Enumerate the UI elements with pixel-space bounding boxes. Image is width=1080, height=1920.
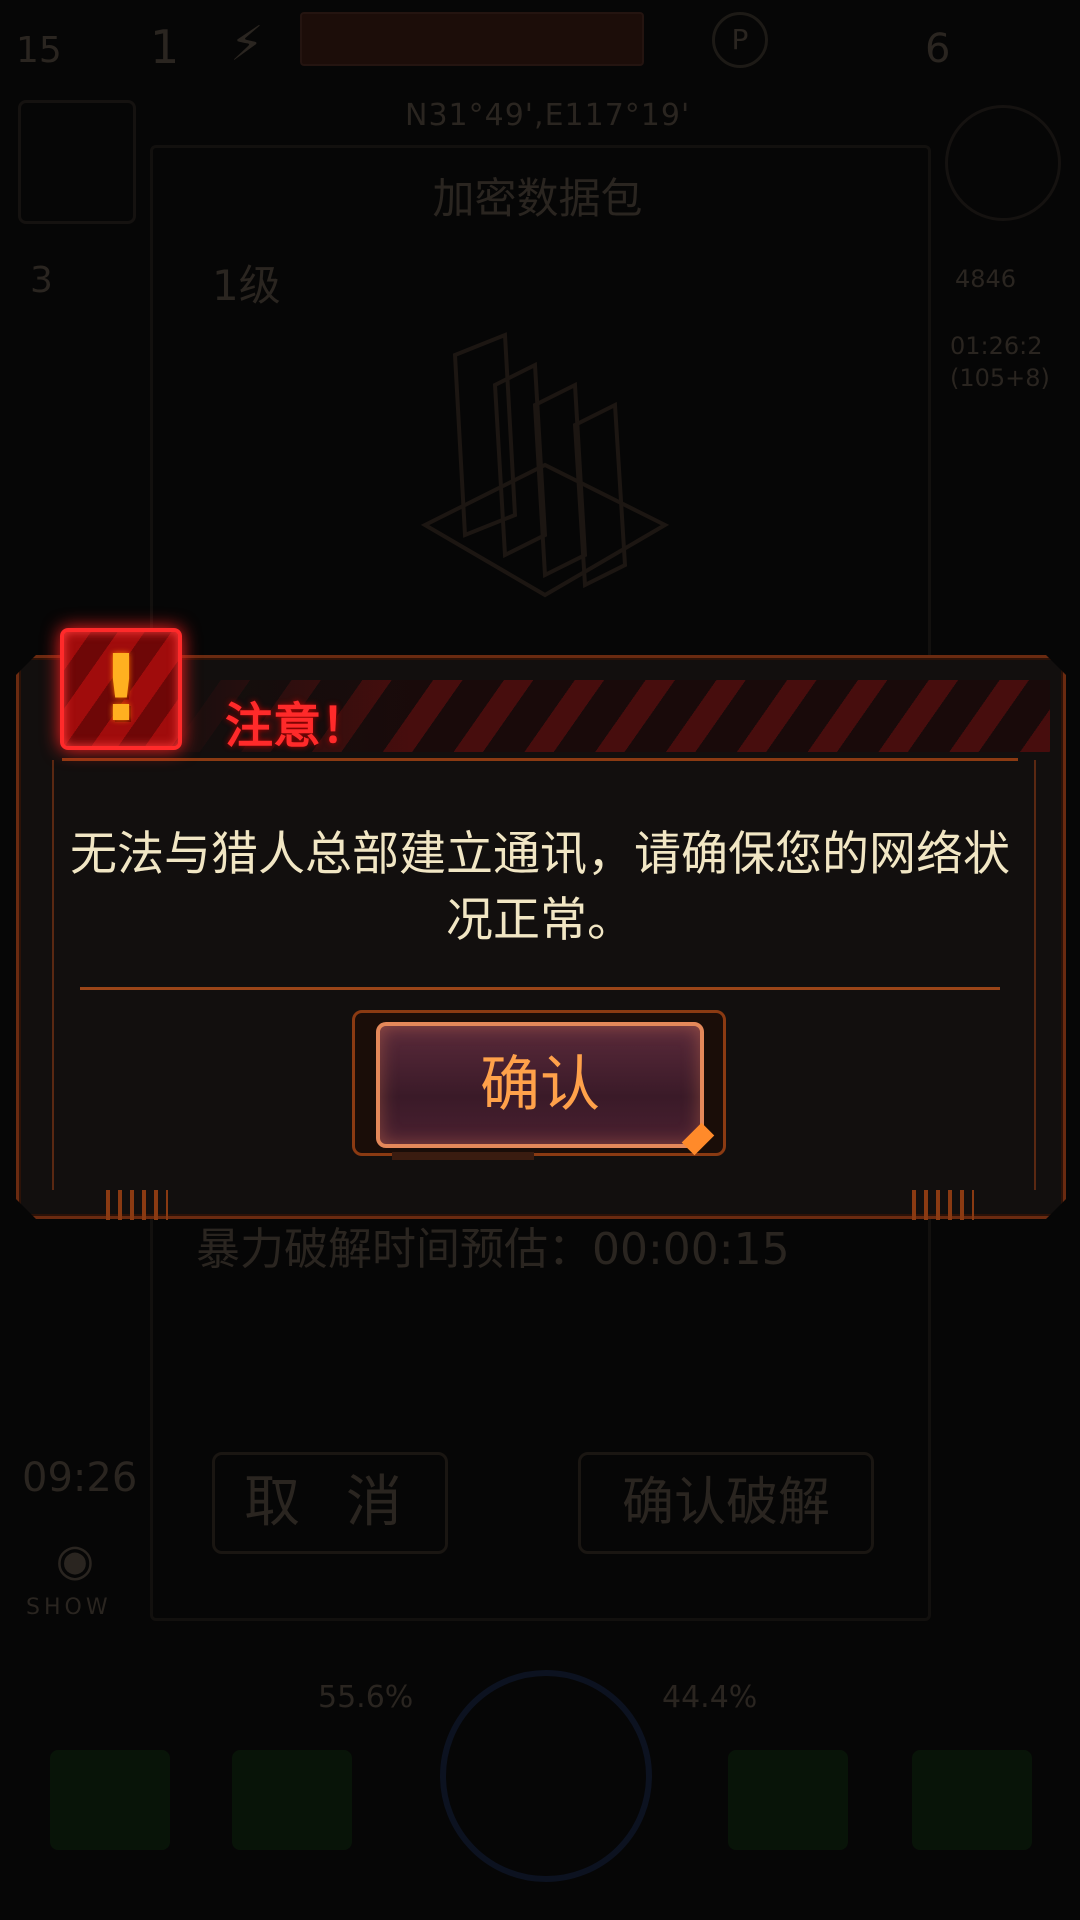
dialog-message: 无法与猎人总部建立通讯，请确保您的网络状况正常。 [70,827,1010,948]
energy-bar [300,12,644,66]
bottom-nav-item-2[interactable] [232,1750,352,1850]
eye-icon[interactable]: ◉ [30,1535,120,1595]
bottom-nav-item-1[interactable] [50,1750,170,1850]
dialog-title: 注意！ [225,698,370,754]
center-action-button[interactable] [440,1670,652,1882]
currency-icon: P [712,12,768,68]
left-counter: 3 [30,260,53,301]
button-underline [392,1152,534,1160]
level-label: 1级 [212,261,281,310]
encrypted-files-icon [420,332,670,598]
exclamation-icon: ! [100,635,142,742]
background-cancel-button[interactable]: 取 消 [212,1452,448,1554]
dialog-header-divider [62,758,1018,761]
bolt-icon: ⚡ [230,16,264,72]
map-button[interactable] [18,100,136,224]
bottom-nav-item-3[interactable] [728,1750,848,1850]
show-label: SHOW [26,1595,112,1620]
radar-button[interactable] [945,105,1061,221]
bottom-nav-item-4[interactable] [912,1750,1032,1850]
right-percentage: 44.4% [662,1680,758,1715]
top-right-value: 6 [925,26,951,72]
side-timer: 09:26 [22,1455,138,1501]
dialog-divider [80,987,1000,990]
top-left-value: 15 [16,30,62,71]
warning-badge: ! [60,628,182,750]
right-info-bottom: 01:26:2 (105+8) [950,332,1050,392]
crack-time-estimate: 暴力破解时间预估：00:00:15 [196,1224,790,1275]
left-percentage: 55.6% [318,1680,414,1715]
dialog-vent-left [106,1190,168,1220]
panel-title: 加密数据包 [432,174,643,223]
coordinates: N31°49',E117°19' [405,98,691,133]
confirm-crack-button[interactable]: 确认破解 [578,1452,874,1554]
confirm-button[interactable]: 确认 [376,1022,704,1148]
right-info-top: 4846 [955,265,1017,293]
top-one-value: 1 [150,20,180,74]
dialog-vent-right [912,1190,974,1220]
